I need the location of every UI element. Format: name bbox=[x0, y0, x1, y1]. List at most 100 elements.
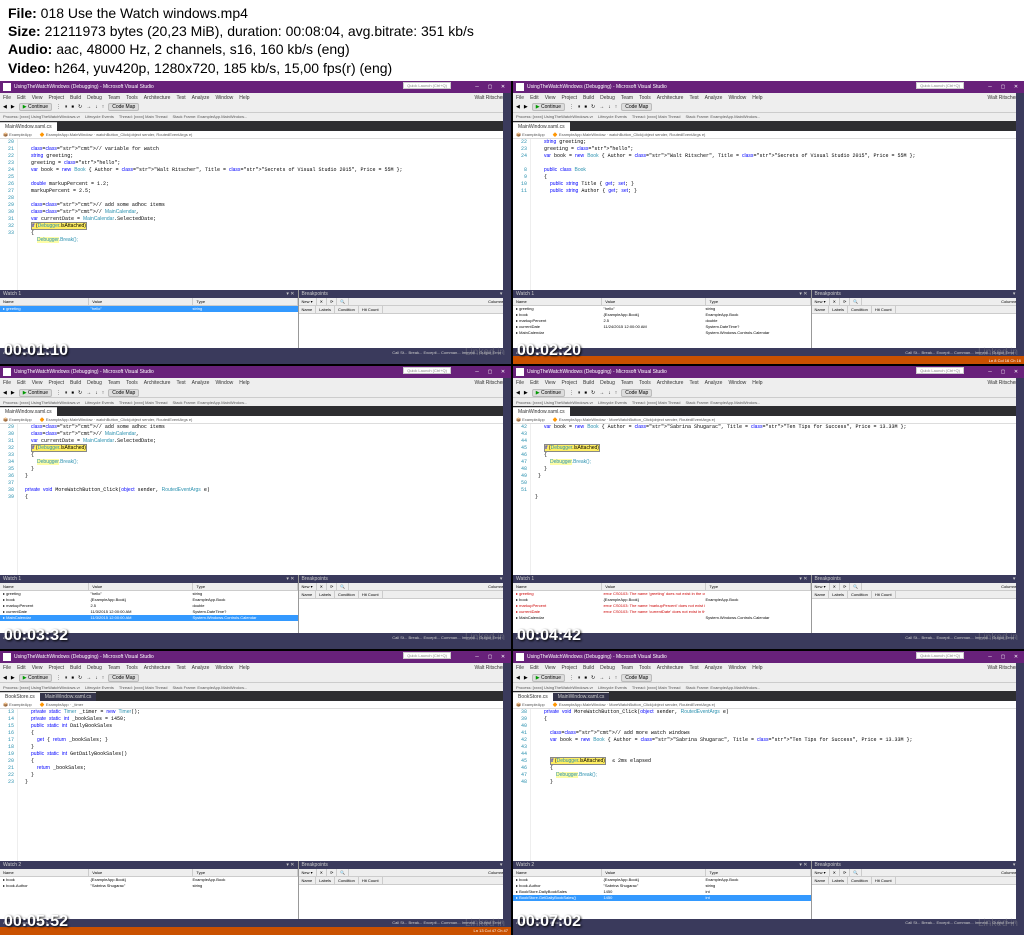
minimize-button[interactable]: ─ bbox=[472, 652, 482, 662]
col-value[interactable]: Value bbox=[602, 298, 706, 305]
menu-project[interactable]: Project bbox=[561, 95, 577, 101]
bp-new[interactable]: New ▾ bbox=[812, 869, 830, 876]
menu-help[interactable]: Help bbox=[239, 380, 249, 386]
close-button[interactable]: ✕ bbox=[1011, 82, 1021, 92]
menu-analyze[interactable]: Analyze bbox=[192, 95, 210, 101]
panel-tab[interactable]: Break... bbox=[409, 350, 423, 355]
panel-tab[interactable]: Comman... bbox=[954, 635, 974, 640]
menu-build[interactable]: Build bbox=[70, 665, 81, 671]
panel-tab[interactable]: Break... bbox=[409, 920, 423, 925]
codemap-button[interactable]: Code Map bbox=[108, 103, 139, 111]
menu-edit[interactable]: Edit bbox=[530, 665, 539, 671]
menu-window[interactable]: Window bbox=[728, 380, 746, 386]
panel-tab[interactable]: Comman... bbox=[954, 350, 974, 355]
bp-new[interactable]: New ▾ bbox=[299, 583, 317, 590]
right-tool-strip[interactable] bbox=[1016, 663, 1024, 926]
menu-team[interactable]: Team bbox=[108, 95, 120, 101]
menu-tools[interactable]: Tools bbox=[126, 665, 138, 671]
code-editor[interactable]: 2930313233343536373839 class=class="str"… bbox=[0, 424, 511, 575]
menu-analyze[interactable]: Analyze bbox=[705, 95, 723, 101]
menu-architecture[interactable]: Architecture bbox=[144, 95, 171, 101]
menu-tools[interactable]: Tools bbox=[639, 665, 651, 671]
editor-tab[interactable]: MainWindow.xaml.cs bbox=[40, 692, 97, 701]
menu-view[interactable]: View bbox=[32, 665, 43, 671]
minimize-button[interactable]: ─ bbox=[472, 82, 482, 92]
menu-architecture[interactable]: Architecture bbox=[657, 95, 684, 101]
code-editor[interactable]: 1314151617181920212223 private static Ti… bbox=[0, 709, 511, 860]
menu-debug[interactable]: Debug bbox=[87, 380, 102, 386]
col-type[interactable]: Type bbox=[193, 298, 297, 305]
bp-new[interactable]: New ▾ bbox=[299, 869, 317, 876]
fwd-button[interactable]: ▶ bbox=[524, 675, 528, 681]
menu-window[interactable]: Window bbox=[215, 380, 233, 386]
menu-window[interactable]: Window bbox=[728, 95, 746, 101]
codemap-button[interactable]: Code Map bbox=[108, 674, 139, 682]
menu-debug[interactable]: Debug bbox=[87, 665, 102, 671]
maximize-button[interactable]: ▢ bbox=[998, 367, 1008, 377]
editor-tab[interactable]: MainWindow.xaml.cs bbox=[553, 692, 610, 701]
col-value[interactable]: Value bbox=[89, 298, 193, 305]
close-button[interactable]: ✕ bbox=[498, 652, 508, 662]
menu-tools[interactable]: Tools bbox=[126, 380, 138, 386]
menu-analyze[interactable]: Analyze bbox=[192, 380, 210, 386]
breadcrumb[interactable]: 📦 ExampleApp🔶 ExampleApp.MainWindow · wa… bbox=[513, 131, 1024, 139]
panel-tab[interactable]: Excepti... bbox=[423, 635, 439, 640]
fwd-button[interactable]: ▶ bbox=[524, 104, 528, 110]
fwd-button[interactable]: ▶ bbox=[524, 390, 528, 396]
watch-row[interactable]: ▸ MainCalendarSystem.Windows.Controls.Ca… bbox=[513, 615, 811, 621]
close-button[interactable]: ✕ bbox=[498, 82, 508, 92]
code-content[interactable]: private void MoreWatchButton_Click(objec… bbox=[531, 709, 1024, 860]
menu-file[interactable]: File bbox=[3, 665, 11, 671]
quick-launch[interactable]: Quick Launch (Ctrl+Q) bbox=[916, 652, 964, 659]
menu-build[interactable]: Build bbox=[70, 380, 81, 386]
code-content[interactable]: var book = new Book { Author = class="st… bbox=[531, 424, 1024, 575]
breadcrumb[interactable]: 📦 ExampleApp🔶 ExampleApp.MainWindow · wa… bbox=[0, 131, 511, 139]
menu-debug[interactable]: Debug bbox=[600, 380, 615, 386]
panel-tab[interactable]: Break... bbox=[922, 635, 936, 640]
panel-tab[interactable]: Call St... bbox=[392, 350, 407, 355]
menu-build[interactable]: Build bbox=[583, 95, 594, 101]
code-content[interactable]: string greeting; greeting = class="str">… bbox=[531, 139, 1024, 290]
panel-tab[interactable]: Excepti... bbox=[423, 350, 439, 355]
right-tool-strip[interactable] bbox=[503, 663, 511, 926]
col-type[interactable]: Type bbox=[193, 869, 297, 876]
continue-button[interactable]: ▶ Continue bbox=[532, 389, 565, 397]
back-button[interactable]: ◀ bbox=[3, 390, 7, 396]
menu-project[interactable]: Project bbox=[48, 665, 64, 671]
breadcrumb[interactable]: 📦 ExampleApp🔶 ExampleApp.MainWindow · Mo… bbox=[513, 416, 1024, 424]
code-content[interactable]: private static Timer _timer = new Timer(… bbox=[18, 709, 511, 860]
menu-tools[interactable]: Tools bbox=[126, 95, 138, 101]
menu-file[interactable]: File bbox=[516, 95, 524, 101]
menu-view[interactable]: View bbox=[32, 95, 43, 101]
menu-window[interactable]: Window bbox=[215, 665, 233, 671]
panel-tab[interactable]: Call St... bbox=[392, 920, 407, 925]
panel-tab[interactable]: Comman... bbox=[441, 920, 461, 925]
bp-new[interactable]: New ▾ bbox=[812, 583, 830, 590]
menu-tools[interactable]: Tools bbox=[639, 380, 651, 386]
panel-tab[interactable]: Excepti... bbox=[936, 350, 952, 355]
codemap-button[interactable]: Code Map bbox=[108, 389, 139, 397]
menu-help[interactable]: Help bbox=[752, 665, 762, 671]
menu-architecture[interactable]: Architecture bbox=[144, 665, 171, 671]
panel-tab[interactable]: Break... bbox=[922, 350, 936, 355]
fwd-button[interactable]: ▶ bbox=[11, 390, 15, 396]
menu-team[interactable]: Team bbox=[108, 380, 120, 386]
menu-edit[interactable]: Edit bbox=[17, 95, 26, 101]
menu-debug[interactable]: Debug bbox=[87, 95, 102, 101]
minimize-button[interactable]: ─ bbox=[985, 652, 995, 662]
maximize-button[interactable]: ▢ bbox=[998, 652, 1008, 662]
close-button[interactable]: ✕ bbox=[1011, 652, 1021, 662]
col-type[interactable]: Type bbox=[706, 298, 810, 305]
menu-analyze[interactable]: Analyze bbox=[705, 380, 723, 386]
quick-launch[interactable]: Quick Launch (Ctrl+Q) bbox=[403, 367, 451, 374]
menu-team[interactable]: Team bbox=[621, 380, 633, 386]
back-button[interactable]: ◀ bbox=[3, 104, 7, 110]
panel-tab[interactable]: Call St... bbox=[905, 635, 920, 640]
col-name[interactable]: Name bbox=[513, 298, 602, 305]
menu-team[interactable]: Team bbox=[621, 665, 633, 671]
menu-window[interactable]: Window bbox=[215, 95, 233, 101]
watch-row[interactable]: ▸ greeting"hello"string bbox=[0, 306, 298, 312]
menu-test[interactable]: Test bbox=[176, 665, 185, 671]
col-type[interactable]: Type bbox=[706, 583, 810, 590]
panel-tab[interactable]: Comman... bbox=[954, 920, 974, 925]
